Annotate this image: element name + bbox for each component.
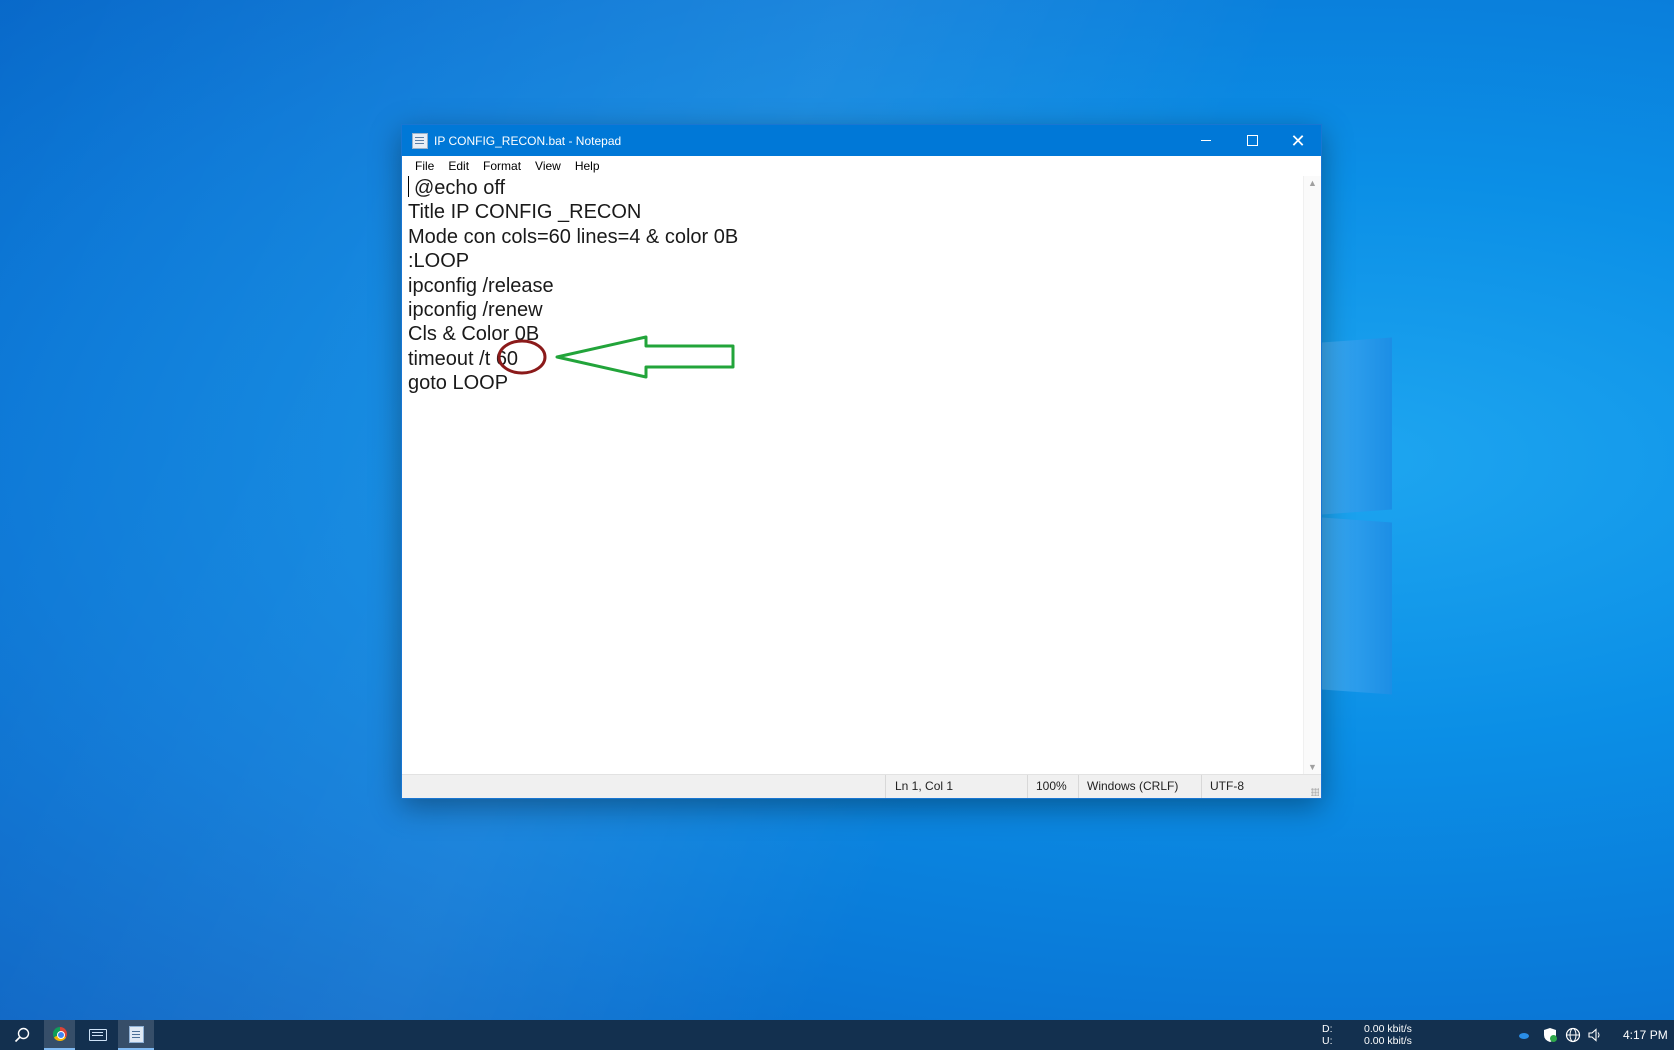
editor-line: ipconfig /renew [408, 298, 543, 321]
windows-logo-pane-bottom [1322, 517, 1392, 695]
text-caret [408, 176, 409, 197]
maximize-icon [1246, 135, 1258, 146]
close-button[interactable]: ✕ [1275, 125, 1321, 156]
status-position: Ln 1, Col 1 [895, 779, 954, 793]
scroll-up-icon[interactable]: ▲ [1308, 178, 1317, 188]
windows-logo-pane-top [1322, 337, 1392, 515]
maximize-button[interactable] [1229, 125, 1275, 156]
network-globe-icon[interactable] [1565, 1027, 1581, 1043]
menu-format[interactable]: Format [476, 159, 528, 173]
menu-bar: File Edit Format View Help [402, 156, 1321, 176]
net-speeds: 0.00 kbit/s 0.00 kbit/s [1364, 1023, 1412, 1047]
editor-line: ipconfig /release [408, 274, 554, 297]
window-title: IP CONFIG_RECON.bat - Notepad [434, 133, 622, 148]
search-icon [14, 1027, 30, 1043]
menu-view[interactable]: View [528, 159, 568, 173]
status-line-ending: Windows (CRLF) [1087, 779, 1179, 793]
editor-line: goto LOOP [408, 372, 509, 395]
text-editor[interactable]: @echo off Title IP CONFIG _RECON Mode co… [402, 176, 1304, 774]
status-encoding: UTF-8 [1210, 779, 1244, 793]
onedrive-icon[interactable] [1518, 1030, 1530, 1040]
menu-help[interactable]: Help [568, 159, 607, 173]
taskbar-keyboard[interactable] [80, 1020, 116, 1050]
menu-edit[interactable]: Edit [441, 159, 476, 173]
status-bar: Ln 1, Col 1 100% Windows (CRLF) UTF-8 [402, 774, 1321, 798]
notepad-icon [412, 132, 428, 149]
notepad-window[interactable]: IP CONFIG_RECON.bat - Notepad ✕ File Edi… [401, 124, 1322, 799]
chrome-icon [52, 1027, 67, 1041]
editor-line: :LOOP [408, 250, 470, 273]
taskbar-notepad[interactable] [118, 1020, 154, 1050]
scroll-down-icon[interactable]: ▼ [1308, 762, 1317, 772]
download-speed: 0.00 kbit/s [1364, 1023, 1412, 1035]
status-zoom: 100% [1036, 779, 1067, 793]
keyboard-icon [89, 1029, 107, 1041]
menu-file[interactable]: File [408, 159, 441, 173]
editor-line: @echo off [402, 176, 1304, 200]
taskbar: D: U: 0.00 kbit/s 0.00 kbit/s 4:17 PM [0, 1020, 1674, 1050]
security-icon[interactable] [1542, 1027, 1558, 1043]
minimize-icon [1201, 140, 1211, 141]
close-icon: ✕ [1290, 130, 1306, 151]
notepad-icon [128, 1025, 144, 1043]
upload-speed: 0.00 kbit/s [1364, 1035, 1412, 1047]
title-bar[interactable]: IP CONFIG_RECON.bat - Notepad ✕ [402, 125, 1321, 156]
editor-line: Cls & Color 0B [408, 323, 540, 346]
editor-line: timeout /t 60 [408, 347, 519, 370]
clock[interactable]: 4:17 PM [1623, 1028, 1668, 1042]
taskbar-chrome[interactable] [44, 1020, 75, 1050]
net-labels: D: U: [1322, 1023, 1333, 1047]
search-button[interactable] [0, 1020, 44, 1050]
system-tray: 4:17 PM [1518, 1020, 1668, 1050]
volume-icon[interactable] [1587, 1028, 1601, 1042]
editor-line: Title IP CONFIG _RECON [408, 201, 642, 224]
editor-line: Mode con cols=60 lines=4 & color 0B [408, 225, 739, 248]
vertical-scrollbar[interactable]: ▲ ▼ [1303, 176, 1321, 774]
minimize-button[interactable] [1183, 125, 1229, 156]
resize-grip-icon[interactable] [1311, 788, 1319, 796]
